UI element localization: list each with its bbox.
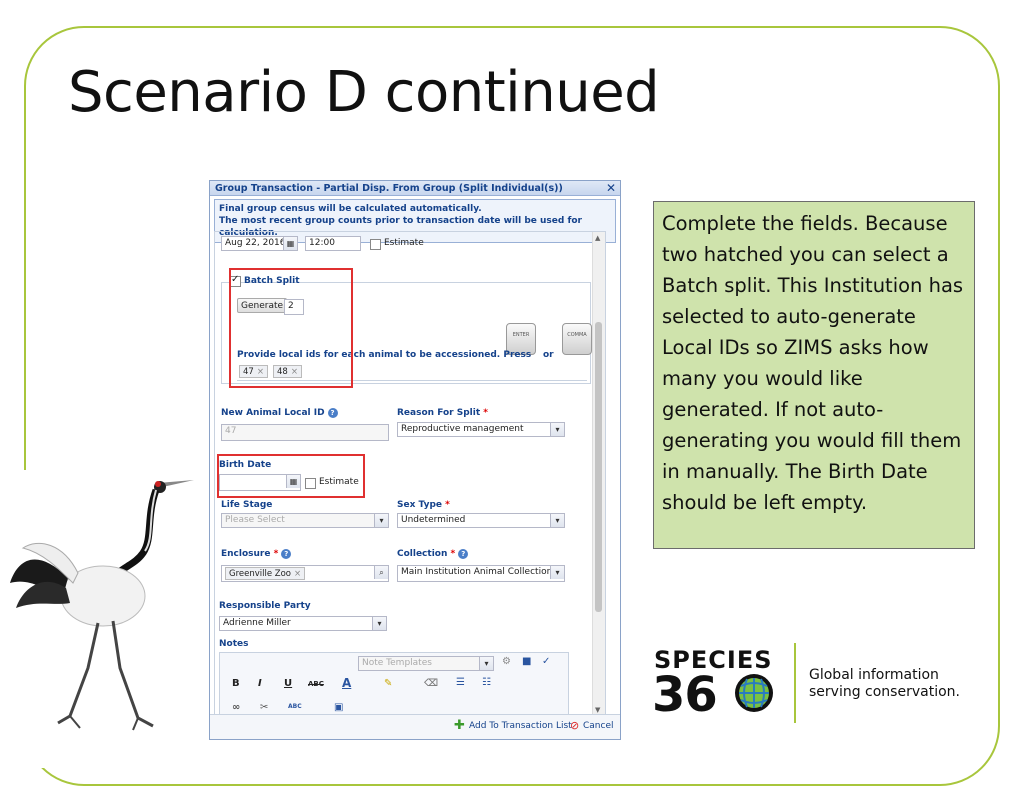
numbered-list-icon[interactable]: ☷ — [482, 677, 491, 688]
chevron-down-icon: ▾ — [550, 514, 564, 527]
or-text: or — [543, 350, 554, 360]
tagline-line-1: Global information — [809, 667, 939, 683]
strikethrough-icon[interactable]: ABC — [308, 680, 324, 688]
globe-icon — [734, 674, 773, 712]
dialog-title: Group Transaction - Partial Disp. From G… — [215, 183, 563, 194]
collection-select[interactable]: Main Institution Animal Collection ▾ — [397, 565, 565, 582]
notes-editor: Note Templates ▾ ⚙ ■ ✓ B I U ABC A ✎ ⌫ ☰ … — [219, 652, 569, 716]
logo-separator — [794, 643, 796, 723]
note-templates-select[interactable]: Note Templates ▾ — [358, 656, 494, 671]
vertical-scrollbar[interactable]: ▲ ▼ — [592, 232, 605, 716]
highlight-icon[interactable]: ✎ — [384, 678, 392, 689]
logo-tagline: Global information serving conservation. — [809, 667, 960, 701]
estimate-checkbox[interactable] — [370, 239, 381, 250]
enclosure-field[interactable]: Greenville Zoo × ⌕ — [221, 565, 389, 582]
close-icon[interactable]: ✕ — [606, 181, 616, 195]
birth-date-highlight — [217, 454, 365, 498]
link-icon[interactable]: ∞ — [232, 702, 240, 713]
new-animal-local-id-field[interactable]: 47 — [221, 424, 389, 441]
comma-key-icon: COMMA — [562, 323, 592, 355]
add-to-transaction-list-button[interactable]: Add To Transaction List — [469, 721, 572, 731]
underline-icon[interactable]: U — [284, 678, 292, 689]
instruction-callout: Complete the fields. Because two hatched… — [653, 201, 975, 549]
transaction-time-field[interactable]: 12:00 — [305, 236, 361, 251]
crane-illustration — [10, 480, 194, 731]
enclosure-tag[interactable]: Greenville Zoo × — [225, 567, 306, 580]
slide-title: Scenario D continued — [68, 60, 660, 125]
dialog-footer: ✚ Add To Transaction List ⊘ Cancel — [210, 714, 620, 739]
reason-for-split-select[interactable]: Reproductive management ▾ — [397, 422, 565, 437]
reason-for-split-label: Reason For Split * — [397, 408, 488, 418]
form-body: Aug 22, 2016 ▦ 12:00 Estimate Batch Spli… — [214, 231, 606, 717]
estimate-label: Estimate — [384, 238, 424, 248]
chevron-down-icon: ▾ — [479, 657, 493, 670]
cancel-icon[interactable]: ⊘ — [570, 719, 579, 732]
spell-check-icon[interactable]: ABC — [288, 703, 302, 710]
logo-number: 36 — [652, 667, 775, 723]
scroll-down-icon: ▼ — [595, 706, 601, 714]
responsible-party-select[interactable]: Adrienne Miller ▾ — [219, 616, 387, 631]
chevron-down-icon: ▾ — [374, 514, 388, 527]
notes-label: Notes — [219, 639, 249, 649]
calendar-icon[interactable]: ▦ — [283, 237, 297, 250]
bold-icon[interactable]: B — [232, 678, 240, 689]
sex-type-select[interactable]: Undetermined ▾ — [397, 513, 565, 528]
scroll-up-icon: ▲ — [595, 234, 601, 242]
life-stage-label: Life Stage — [221, 500, 273, 510]
life-stage-select[interactable]: Please Select ▾ — [221, 513, 389, 528]
help-icon[interactable]: ? — [327, 408, 338, 418]
responsible-party-label: Responsible Party — [219, 601, 311, 611]
date-value: Aug 22, 2016 — [225, 238, 286, 248]
source-edit-icon[interactable]: ▣ — [334, 702, 343, 713]
scrollbar-thumb[interactable] — [595, 322, 602, 612]
search-icon: ⌕ — [374, 566, 388, 579]
font-color-icon[interactable]: A — [342, 676, 351, 690]
bullet-list-icon[interactable]: ☰ — [456, 677, 465, 688]
collection-label: Collection *? — [397, 549, 469, 559]
unlink-icon[interactable]: ✂ — [260, 702, 268, 713]
batch-split-highlight — [229, 268, 353, 388]
tagline-line-2: serving conservation. — [809, 684, 960, 700]
chevron-down-icon: ▾ — [372, 617, 386, 630]
dialog-title-bar: Group Transaction - Partial Disp. From G… — [210, 181, 620, 196]
save-icon[interactable]: ■ — [522, 656, 531, 667]
enclosure-label: Enclosure *? — [221, 549, 292, 559]
remove-tag-icon: × — [294, 569, 302, 579]
sex-type-label: Sex Type * — [397, 500, 450, 510]
gear-icon[interactable]: ⚙ — [502, 656, 511, 667]
help-icon[interactable]: ? — [458, 549, 469, 559]
info-line-1: Final group census will be calculated au… — [219, 204, 482, 214]
cancel-button[interactable]: Cancel — [583, 721, 614, 731]
eraser-icon[interactable]: ⌫ — [424, 678, 438, 689]
new-animal-local-id-label: New Animal Local ID? — [221, 408, 338, 418]
transaction-date-field[interactable]: Aug 22, 2016 ▦ — [221, 236, 298, 251]
spellcheck-icon[interactable]: ✓ — [542, 656, 550, 667]
chevron-down-icon: ▾ — [550, 566, 564, 579]
chevron-down-icon: ▾ — [550, 423, 564, 436]
italic-icon[interactable]: I — [258, 678, 262, 689]
add-icon[interactable]: ✚ — [454, 718, 465, 733]
help-icon[interactable]: ? — [281, 549, 292, 559]
group-transaction-dialog: Group Transaction - Partial Disp. From G… — [209, 180, 621, 740]
